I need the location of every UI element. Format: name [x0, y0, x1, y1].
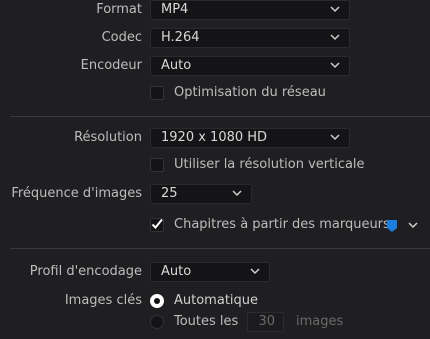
- frame-rate-select[interactable]: 25: [150, 184, 252, 204]
- section-divider: [10, 248, 430, 249]
- keyframes-every-unit: images: [296, 314, 344, 329]
- chevron-down-icon: [330, 6, 340, 13]
- keyframes-automatic-radio[interactable]: [150, 294, 164, 308]
- vertical-resolution-label: Utiliser la résolution verticale: [174, 157, 365, 172]
- codec-label: Codec: [101, 30, 142, 45]
- marker-color-picker[interactable]: [386, 219, 398, 233]
- resolution-select[interactable]: 1920 x 1080 HD: [150, 128, 350, 148]
- chapters-label: Chapitres à partir des marqueurs: [174, 217, 390, 232]
- encoding-profile-label: Profil d'encodage: [29, 264, 142, 279]
- checkmark-icon: [151, 218, 163, 229]
- format-select[interactable]: MP4: [150, 0, 350, 20]
- network-optimization-label: Optimisation du réseau: [174, 85, 326, 100]
- frame-rate-label: Fréquence d'images: [11, 186, 142, 201]
- frame-rate-value: 25: [161, 186, 178, 201]
- encoding-profile-value: Auto: [161, 264, 192, 279]
- keyframes-every-label: Toutes les: [174, 314, 239, 329]
- marker-icon: [387, 220, 397, 232]
- chevron-down-icon[interactable]: [407, 219, 419, 231]
- chapters-checkbox[interactable]: [150, 218, 164, 232]
- resolution-value: 1920 x 1080 HD: [161, 130, 268, 145]
- keyframes-every-value: 30: [258, 314, 275, 329]
- format-label: Format: [96, 2, 142, 17]
- encoder-label: Encodeur: [80, 58, 142, 73]
- keyframes-automatic-label: Automatique: [174, 293, 259, 308]
- chevron-down-icon: [250, 268, 260, 275]
- encoding-profile-select[interactable]: Auto: [150, 262, 270, 282]
- encoder-value: Auto: [161, 58, 192, 73]
- network-optimization-checkbox[interactable]: [150, 86, 164, 100]
- chevron-down-icon: [330, 62, 340, 69]
- radio-dot: [154, 298, 160, 304]
- vertical-resolution-checkbox[interactable]: [150, 158, 164, 172]
- encoder-select[interactable]: Auto: [150, 56, 350, 76]
- chevron-down-icon: [330, 134, 340, 141]
- keyframes-label: Images clés: [64, 293, 142, 308]
- keyframes-every-input[interactable]: 30: [247, 312, 284, 332]
- codec-select[interactable]: H.264: [150, 28, 350, 48]
- chevron-down-icon: [330, 34, 340, 41]
- resolution-label: Résolution: [74, 130, 142, 145]
- chevron-down-icon: [232, 190, 242, 197]
- codec-value: H.264: [161, 30, 200, 45]
- format-value: MP4: [161, 2, 189, 17]
- section-divider: [10, 116, 430, 117]
- keyframes-every-radio[interactable]: [150, 315, 164, 329]
